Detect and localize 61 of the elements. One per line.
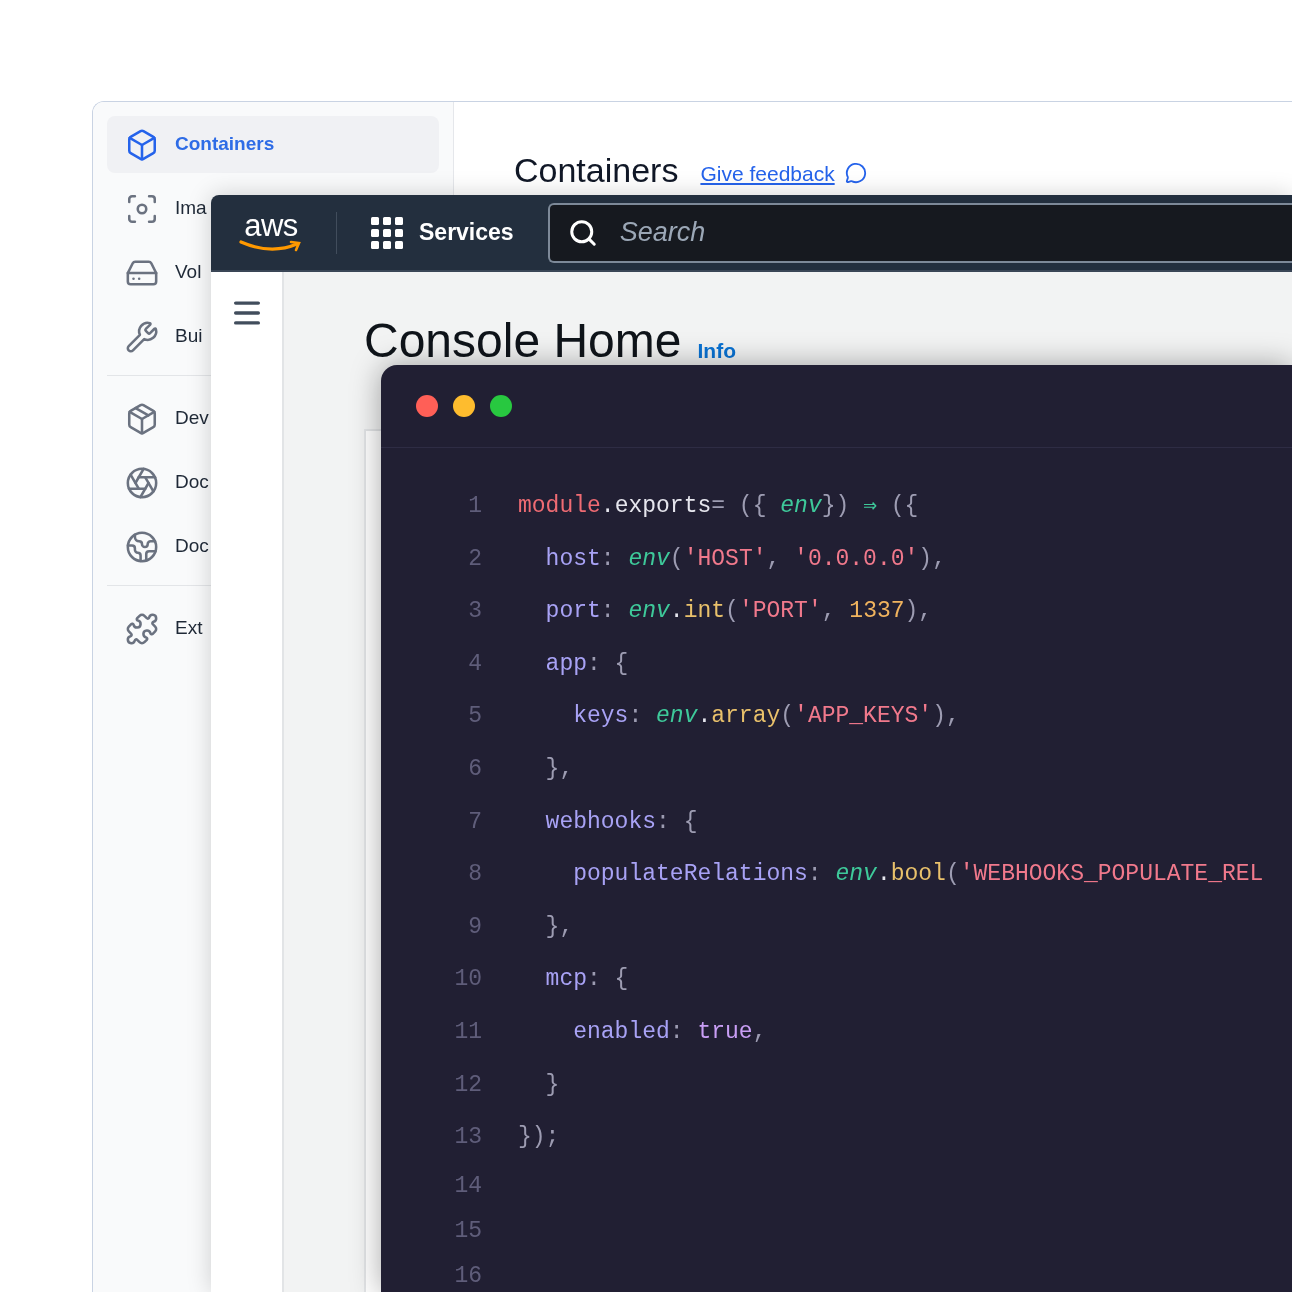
sidebar-label: Ext — [175, 616, 203, 641]
code-line: module.exports= ({ env}) ⇒ ({ — [518, 492, 919, 522]
code-line: }, — [544, 755, 574, 784]
aperture-icon — [125, 465, 159, 500]
code-line: webhooks: { — [544, 807, 698, 837]
sidebar-label: Bui — [175, 324, 203, 349]
grid-icon — [371, 216, 403, 249]
sidebar-item[interactable]: Ext — [107, 600, 203, 657]
sidebar-label: Vol — [175, 260, 202, 285]
sidebar-label: Dev — [175, 406, 209, 431]
logo[interactable]: aws — [238, 206, 304, 259]
code-line: port: env.int('PORT', 1337), — [544, 597, 933, 627]
sidebar-label: Doc — [175, 534, 209, 559]
sidebar-item[interactable]: Bui — [107, 308, 203, 365]
line-number: 10 — [453, 965, 482, 995]
sidebar-label: Doc — [175, 470, 209, 495]
sidebar-item[interactable]: Dev — [107, 390, 209, 447]
line-number: 16 — [453, 1261, 482, 1291]
code-line: app: { — [544, 649, 629, 679]
code-line: }); — [518, 1123, 560, 1153]
feedback-link[interactable]: Give feedback — [700, 156, 835, 192]
line-number: 6 — [467, 755, 482, 784]
cube-icon — [125, 127, 159, 162]
sidebar-item[interactable]: Vol — [107, 244, 202, 301]
services-button[interactable]: Services — [371, 215, 514, 250]
chat-bubble-icon — [844, 162, 867, 184]
wrench-icon — [125, 319, 159, 354]
line-number: 9 — [467, 912, 482, 942]
globe-icon — [125, 529, 159, 564]
line-number: 8 — [467, 860, 482, 890]
code-line: } — [544, 1070, 560, 1100]
line-number: 7 — [467, 807, 482, 837]
line-number: 5 — [467, 702, 482, 732]
code-line: }, — [544, 912, 574, 942]
page-heading: Containers — [514, 150, 679, 191]
search-icon — [567, 217, 598, 248]
puzzle-icon — [125, 611, 159, 646]
info-link[interactable]: Info — [697, 336, 736, 366]
line-number: 1 — [467, 492, 482, 522]
line-number: 11 — [453, 1018, 482, 1047]
code-line: host: env('HOST', '0.0.0.0'), — [544, 544, 946, 574]
code-line: enabled: true, — [572, 1018, 767, 1047]
line-number: 4 — [467, 649, 482, 679]
sidebar-label: Containers — [175, 132, 275, 157]
code-line: keys: env.array('APP_KEYS'), — [572, 702, 960, 732]
sidebar-label: Ima — [175, 196, 207, 221]
package-icon — [125, 401, 159, 436]
line-number: 13 — [453, 1123, 482, 1153]
search-field[interactable]: Search — [547, 202, 1292, 263]
line-number: 12 — [453, 1070, 482, 1100]
line-number: 15 — [453, 1216, 482, 1246]
line-number: 3 — [467, 597, 482, 627]
line-number: 2 — [467, 544, 482, 574]
page-heading: Console Home — [364, 316, 682, 366]
sidebar-item[interactable]: Containers — [107, 116, 439, 173]
sidebar-item[interactable]: Ima — [107, 180, 207, 237]
code-line: populateRelations: env.bool('WEBHOOKS_POPULATE_REL — [572, 860, 1264, 890]
line-number: 14 — [453, 1171, 482, 1201]
sidebar-item[interactable]: Doc — [107, 454, 209, 511]
code-line: mcp: { — [544, 965, 629, 995]
sidebar-item[interactable]: Doc — [107, 518, 209, 575]
